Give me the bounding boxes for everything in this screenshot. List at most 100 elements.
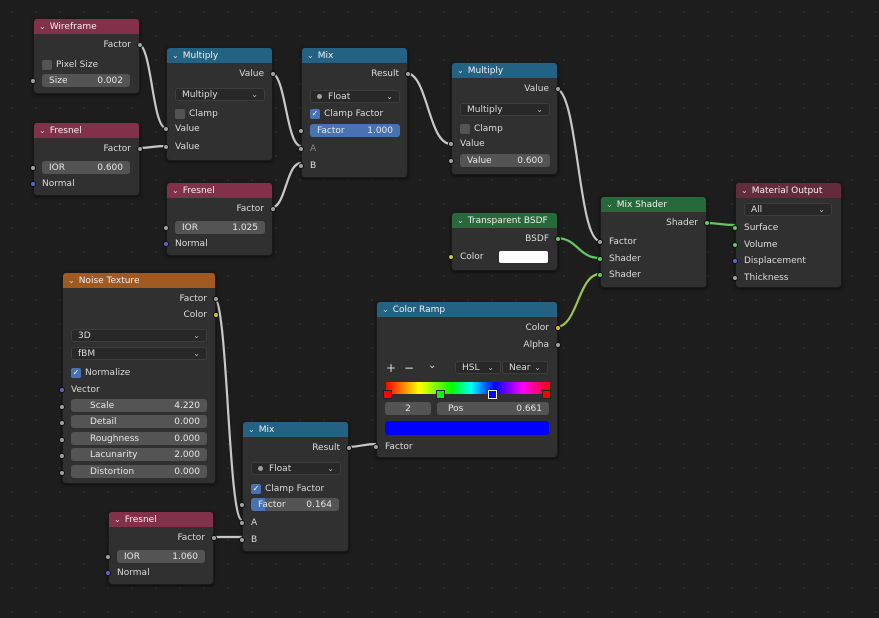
- socket-ior-in[interactable]: [30, 165, 36, 171]
- noise-texture-node[interactable]: ⌄ Noise Texture Factor Color 3D ⌄ fBM ⌄ ✓ No…: [59, 272, 219, 484]
- collapse-icon[interactable]: ⌄: [39, 22, 46, 31]
- socket-factor-out[interactable]: [270, 206, 276, 212]
- socket-value-b-in[interactable]: [448, 158, 454, 164]
- ior-field[interactable]: IOR 0.600: [42, 161, 130, 174]
- mix-shader-node[interactable]: ⌄ Mix Shader Shader Factor Shader Shader: [597, 196, 710, 288]
- socket-volume-in[interactable]: [732, 242, 738, 248]
- socket-shader-out[interactable]: [704, 220, 710, 226]
- collapse-icon[interactable]: ⌄: [457, 66, 464, 75]
- lacunarity-field[interactable]: Lacunarity 2.000: [71, 448, 207, 461]
- checkmark-icon[interactable]: ✓: [251, 483, 261, 494]
- socket-ior-in[interactable]: [105, 554, 111, 560]
- operation-dropdown[interactable]: Multiply ⌄: [460, 103, 550, 116]
- socket-result-out[interactable]: [405, 71, 411, 77]
- collapse-icon[interactable]: ⌄: [606, 200, 613, 209]
- remove-stop-button[interactable]: −: [404, 361, 414, 375]
- operation-dropdown[interactable]: Multiply ⌄: [175, 88, 265, 101]
- collapse-icon[interactable]: ⌄: [248, 425, 255, 434]
- mix-node-2[interactable]: ⌄ Mix Result Float ⌄ ✓ Clamp Factor Factor 0…: [239, 421, 352, 552]
- checkbox-box[interactable]: [460, 123, 470, 134]
- socket-shader-b-in[interactable]: [597, 272, 603, 278]
- socket-alpha-out[interactable]: [555, 342, 561, 348]
- color-ramp-node[interactable]: ⌄ Color Ramp Color Alpha + − ⌄ HSL ⌄ Near ⌄…: [373, 301, 561, 458]
- checkmark-icon[interactable]: ✓: [310, 108, 320, 119]
- socket-shader-a-in[interactable]: [597, 256, 603, 262]
- node-header[interactable]: ⌄ Mix: [243, 422, 348, 437]
- socket-color-out[interactable]: [213, 312, 219, 318]
- socket-b-in[interactable]: [298, 163, 304, 169]
- socket-b-in[interactable]: [239, 537, 245, 543]
- socket-value-a-in[interactable]: [163, 126, 169, 132]
- transparent-bsdf-node[interactable]: ⌄ Transparent BSDF BSDF Color: [448, 212, 561, 271]
- color-stop-marker-selected[interactable]: [488, 390, 497, 399]
- color-swatch[interactable]: [499, 251, 548, 263]
- collapse-icon[interactable]: ⌄: [307, 51, 314, 60]
- collapse-icon[interactable]: ⌄: [114, 515, 121, 524]
- color-mode-dropdown[interactable]: HSL ⌄: [455, 361, 501, 374]
- collapse-icon[interactable]: ⌄: [382, 305, 389, 314]
- socket-factor-in[interactable]: [597, 239, 603, 245]
- noise-type-dropdown[interactable]: fBM ⌄: [71, 347, 207, 360]
- wireframe-node[interactable]: ⌄ Wireframe Factor Pixel Size Size 0.002: [30, 18, 143, 94]
- node-header[interactable]: ⌄ Material Output: [736, 183, 841, 198]
- node-header[interactable]: ⌄ Color Ramp: [377, 302, 557, 317]
- socket-factor-in[interactable]: [298, 128, 304, 134]
- target-dropdown[interactable]: All ⌄: [744, 203, 832, 216]
- socket-factor-out[interactable]: [137, 146, 143, 152]
- fresnel-node-1[interactable]: ⌄ Fresnel Factor IOR 0.600 Normal: [30, 122, 143, 196]
- stop-color-swatch[interactable]: [385, 421, 549, 435]
- socket-thickness-in[interactable]: [732, 275, 738, 281]
- clamp-factor-checkbox[interactable]: ✓ Clamp Factor: [310, 107, 383, 120]
- color-stop-marker[interactable]: [542, 390, 551, 399]
- socket-factor-in[interactable]: [239, 502, 245, 508]
- socket-factor-out[interactable]: [211, 535, 217, 541]
- node-header[interactable]: ⌄ Mix: [302, 48, 407, 63]
- multiply-node-1[interactable]: ⌄ Multiply Value Multiply ⌄ Clamp Value Va…: [163, 47, 276, 161]
- socket-displacement-in[interactable]: [732, 258, 738, 264]
- clamp-checkbox[interactable]: Clamp: [460, 122, 503, 135]
- roughness-field[interactable]: Roughness 0.000: [71, 432, 207, 445]
- collapse-icon[interactable]: ⌄: [457, 216, 464, 225]
- socket-bsdf-out[interactable]: [555, 236, 561, 242]
- normalize-checkbox[interactable]: ✓ Normalize: [71, 366, 130, 379]
- socket-ior-in[interactable]: [163, 225, 169, 231]
- collapse-icon[interactable]: ⌄: [741, 186, 748, 195]
- socket-value-b-in[interactable]: [163, 144, 169, 150]
- value-field[interactable]: Value 0.600: [460, 154, 550, 167]
- socket-lacunarity-in[interactable]: [59, 453, 65, 459]
- node-header[interactable]: ⌄ Fresnel: [34, 123, 139, 138]
- interpolation-dropdown[interactable]: Near ⌄: [502, 361, 548, 374]
- socket-size-in[interactable]: [30, 78, 36, 84]
- stop-index-field[interactable]: 2: [385, 402, 431, 415]
- data-type-dropdown[interactable]: Float ⌄: [310, 90, 400, 103]
- checkbox-box[interactable]: [175, 108, 185, 119]
- socket-color-out[interactable]: [555, 325, 561, 331]
- socket-distortion-in[interactable]: [59, 470, 65, 476]
- socket-result-out[interactable]: [346, 445, 352, 451]
- clamp-checkbox[interactable]: Clamp: [175, 107, 218, 120]
- socket-surface-in[interactable]: [732, 225, 738, 231]
- stop-position-field[interactable]: Pos 0.661: [437, 402, 549, 415]
- socket-factor-out[interactable]: [137, 42, 143, 48]
- socket-scale-in[interactable]: [59, 404, 65, 410]
- socket-a-in[interactable]: [298, 146, 304, 152]
- color-stop-marker[interactable]: [383, 390, 392, 399]
- ramp-menu-button[interactable]: ⌄: [428, 360, 436, 371]
- socket-normal-in[interactable]: [30, 181, 36, 187]
- mix-node-1[interactable]: ⌄ Mix Result Float ⌄ ✓ Clamp Factor Factor 1…: [298, 47, 411, 178]
- data-type-dropdown[interactable]: Float ⌄: [251, 462, 341, 475]
- socket-detail-in[interactable]: [59, 420, 65, 426]
- node-header[interactable]: ⌄ Fresnel: [109, 512, 213, 527]
- socket-a-in[interactable]: [239, 520, 245, 526]
- multiply-node-2[interactable]: ⌄ Multiply Value Multiply ⌄ Clamp Value Va…: [448, 62, 561, 175]
- node-header[interactable]: ⌄ Noise Texture: [63, 273, 215, 288]
- add-stop-button[interactable]: +: [386, 361, 396, 375]
- socket-normal-in[interactable]: [163, 241, 169, 247]
- collapse-icon[interactable]: ⌄: [172, 186, 179, 195]
- detail-field[interactable]: Detail 0.000: [71, 415, 207, 428]
- socket-vector-in[interactable]: [59, 387, 65, 393]
- collapse-icon[interactable]: ⌄: [68, 276, 75, 285]
- scale-field[interactable]: Scale 4.220: [71, 399, 207, 412]
- collapse-icon[interactable]: ⌄: [39, 126, 46, 135]
- node-header[interactable]: ⌄ Multiply: [452, 63, 557, 78]
